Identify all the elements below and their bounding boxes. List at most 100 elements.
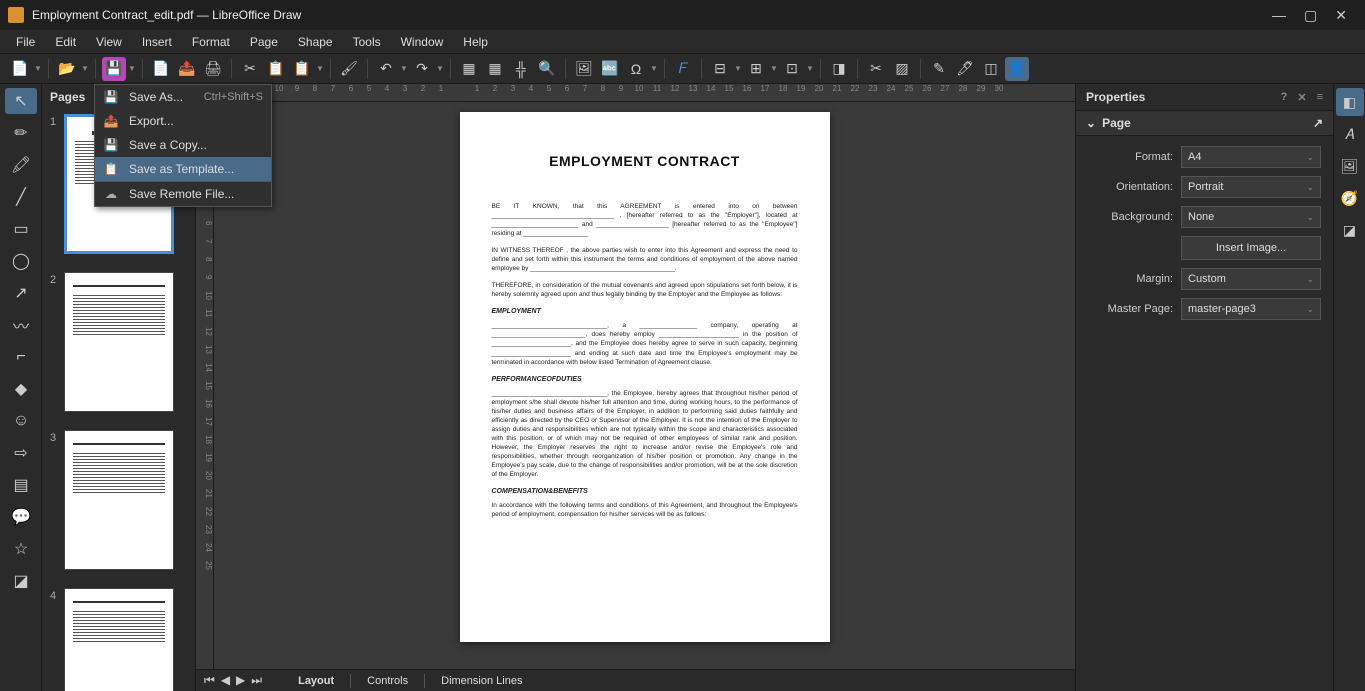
select-tool[interactable]: ↖: [5, 88, 37, 114]
menu-window[interactable]: Window: [393, 32, 452, 52]
align-button[interactable]: ⊟: [708, 57, 732, 81]
align-dropdown[interactable]: ▼: [734, 64, 742, 73]
menu-insert[interactable]: Insert: [134, 32, 180, 52]
menu-format[interactable]: Format: [184, 32, 238, 52]
undo-button[interactable]: ↶: [374, 57, 398, 81]
properties-tab[interactable]: ◧: [1336, 88, 1364, 116]
open-button[interactable]: 📂: [55, 57, 79, 81]
menu-file[interactable]: File: [8, 32, 43, 52]
gallery-tab[interactable]: 🖼: [1336, 152, 1364, 180]
orientation-select[interactable]: Portrait⌄: [1181, 176, 1321, 198]
rectangle-tool[interactable]: ▭: [5, 216, 37, 242]
help-icon[interactable]: ?: [1281, 91, 1288, 104]
shapes-tab[interactable]: ◪: [1336, 216, 1364, 244]
export-button[interactable]: 📤: [175, 57, 199, 81]
distribute-button[interactable]: ⊡: [780, 57, 804, 81]
save-button[interactable]: 💾: [102, 57, 126, 81]
tab-controls[interactable]: Controls: [355, 672, 420, 690]
clone-format-button[interactable]: 🖌: [337, 57, 361, 81]
more-options-icon[interactable]: ↗: [1313, 116, 1323, 130]
tab-dimension-lines[interactable]: Dimension Lines: [429, 672, 534, 690]
snap-button[interactable]: ▦: [483, 57, 507, 81]
arrow-tool[interactable]: ↗: [5, 280, 37, 306]
next-page-button[interactable]: ▶: [236, 673, 245, 688]
canvas-scroll[interactable]: EMPLOYMENT CONTRACT BE IT KNOWN, that th…: [214, 102, 1075, 691]
menu-tools[interactable]: Tools: [345, 32, 389, 52]
menu-help[interactable]: Help: [455, 32, 496, 52]
crop-button[interactable]: ✂: [864, 57, 888, 81]
menu-icon[interactable]: ≡: [1317, 91, 1323, 104]
save-as-item[interactable]: 💾 Save As... Ctrl+Shift+S: [95, 85, 271, 109]
gluepoints-button[interactable]: 🖊: [953, 57, 977, 81]
symbol-shapes-tool[interactable]: ☺: [5, 408, 37, 434]
print-button[interactable]: 🖨: [201, 57, 225, 81]
export-pdf-button[interactable]: 📄: [149, 57, 173, 81]
page-thumb-4[interactable]: 4: [46, 588, 191, 691]
save-as-template-item[interactable]: 📋 Save as Template...: [95, 157, 271, 182]
page-thumb-2[interactable]: 2: [46, 272, 191, 412]
page-thumb-3[interactable]: 3: [46, 430, 191, 570]
image-button[interactable]: 🖼: [572, 57, 596, 81]
export-item[interactable]: 📤 Export...: [95, 109, 271, 133]
new-button[interactable]: 📄: [8, 57, 32, 81]
draw-button[interactable]: 👤: [1005, 57, 1029, 81]
undo-dropdown[interactable]: ▼: [400, 64, 408, 73]
styles-tab[interactable]: 𝐴: [1336, 120, 1364, 148]
arrange-button[interactable]: ⊞: [744, 57, 768, 81]
close-button[interactable]: ✕: [1335, 7, 1347, 24]
basic-shapes-tool[interactable]: ◆: [5, 376, 37, 402]
special-char-dropdown[interactable]: ▼: [650, 64, 658, 73]
flowchart-tool[interactable]: ▤: [5, 472, 37, 498]
prev-page-button[interactable]: ◀: [221, 673, 230, 688]
insert-image-button[interactable]: Insert Image...: [1181, 236, 1321, 260]
background-select[interactable]: None⌄: [1181, 206, 1321, 228]
helplines-button[interactable]: ╬: [509, 57, 533, 81]
ellipse-tool[interactable]: ◯: [5, 248, 37, 274]
arrange-dropdown[interactable]: ▼: [770, 64, 778, 73]
block-arrows-tool[interactable]: ⇨: [5, 440, 37, 466]
horizontal-ruler[interactable]: 1312111098765432112345678910111213141516…: [196, 84, 1075, 102]
new-dropdown[interactable]: ▼: [34, 64, 42, 73]
copy-button[interactable]: 📋: [264, 57, 288, 81]
callout-tool[interactable]: 💬: [5, 504, 37, 530]
3d-tool[interactable]: ◪: [5, 568, 37, 594]
page-section-header[interactable]: ⌄ Page ↗: [1076, 111, 1333, 136]
shadow-button[interactable]: ◨: [827, 57, 851, 81]
save-dropdown[interactable]: ▼: [128, 64, 136, 73]
distribute-dropdown[interactable]: ▼: [806, 64, 814, 73]
master-page-select[interactable]: master-page3⌄: [1181, 298, 1321, 320]
close-panel-icon[interactable]: ✕: [1297, 91, 1306, 104]
connector-tool[interactable]: ⌐: [5, 344, 37, 370]
menu-view[interactable]: View: [88, 32, 130, 52]
paste-button[interactable]: 📋: [290, 57, 314, 81]
document-page[interactable]: EMPLOYMENT CONTRACT BE IT KNOWN, that th…: [460, 112, 830, 642]
last-page-button[interactable]: ⏭: [251, 673, 262, 688]
zoom-button[interactable]: 🔍: [535, 57, 559, 81]
redo-button[interactable]: ↷: [410, 57, 434, 81]
redo-dropdown[interactable]: ▼: [436, 64, 444, 73]
extrusion-button[interactable]: ◫: [979, 57, 1003, 81]
cut-button[interactable]: ✂: [238, 57, 262, 81]
minimize-button[interactable]: —: [1272, 7, 1286, 24]
first-page-button[interactable]: ⏮: [204, 673, 215, 688]
textbox-button[interactable]: 🔤: [598, 57, 622, 81]
grid-button[interactable]: ▦: [457, 57, 481, 81]
paste-dropdown[interactable]: ▼: [316, 64, 324, 73]
maximize-button[interactable]: ▢: [1304, 7, 1317, 24]
points-button[interactable]: ✎: [927, 57, 951, 81]
margin-select[interactable]: Custom⌄: [1181, 268, 1321, 290]
tab-layout[interactable]: Layout: [286, 672, 346, 690]
filter-button[interactable]: ▨: [890, 57, 914, 81]
line-color-tool[interactable]: ✏: [5, 120, 37, 146]
special-char-button[interactable]: Ω: [624, 57, 648, 81]
menu-edit[interactable]: Edit: [47, 32, 84, 52]
fontwork-button[interactable]: 𝐹: [671, 57, 695, 81]
line-tool[interactable]: ╱: [5, 184, 37, 210]
format-select[interactable]: A4⌄: [1181, 146, 1321, 168]
menu-page[interactable]: Page: [242, 32, 286, 52]
save-copy-item[interactable]: 💾 Save a Copy...: [95, 133, 271, 157]
save-remote-item[interactable]: ☁ Save Remote File...: [95, 182, 271, 206]
open-dropdown[interactable]: ▼: [81, 64, 89, 73]
menu-shape[interactable]: Shape: [290, 32, 341, 52]
stars-tool[interactable]: ☆: [5, 536, 37, 562]
